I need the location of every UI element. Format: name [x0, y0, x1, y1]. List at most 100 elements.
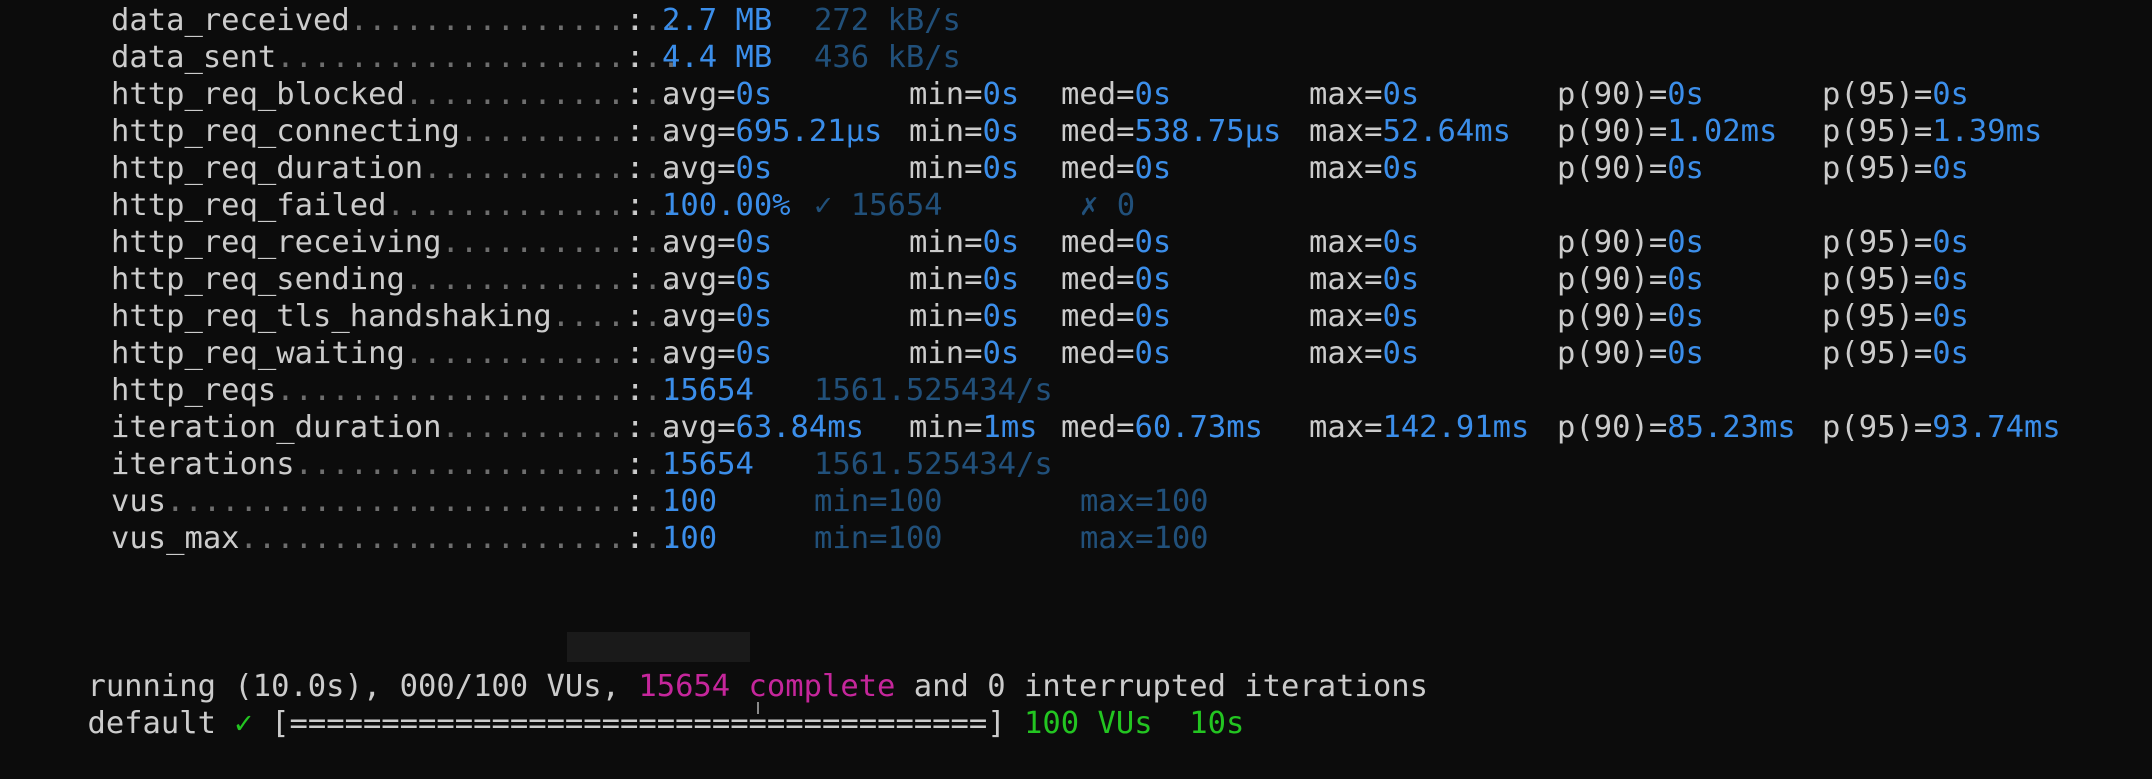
metric-value: p(90)=85.23ms [1557, 410, 1796, 445]
metric-value: med=538.75µs [1061, 114, 1282, 149]
metric-value: p(95)=0s [1822, 77, 1969, 112]
metric-value: p(90)=0s [1557, 225, 1704, 260]
metric-value: p(90)=1.02ms [1557, 114, 1778, 149]
metric-colon: : [626, 336, 645, 371]
metric-value: min=100 [814, 521, 943, 556]
metric-value: min=0s [909, 114, 1020, 149]
metric-value: avg=0s [662, 77, 773, 112]
metric-value: avg=0s [662, 336, 773, 371]
metric-value: med=0s [1061, 336, 1172, 371]
metric-value: min=1ms [909, 410, 1038, 445]
metric-value: min=100 [814, 484, 943, 519]
terminal-window[interactable]: data_received..................:2.7 MB 27… [0, 0, 2152, 741]
metric-name: vus_max........................ [111, 521, 681, 556]
metric-colon: : [626, 299, 645, 334]
metric-value: min=0s [909, 262, 1020, 297]
metric-name: iterations..................... [111, 447, 681, 482]
metric-name: http_req_tls_handshaking....... [111, 299, 681, 334]
metric-colon: : [626, 410, 645, 445]
progress-duration: 10s [1189, 706, 1245, 741]
metric-value: p(95)=93.74ms [1822, 410, 2061, 445]
metric-value: med=0s [1061, 77, 1172, 112]
metric-value: max=0s [1309, 336, 1420, 371]
metric-value: min=0s [909, 77, 1020, 112]
metric-value: 2.7 MB [662, 3, 773, 38]
metric-value: 100.00% [662, 188, 791, 223]
metric-value: max=142.91ms [1309, 410, 1530, 445]
metric-value: 1561.525434/s [814, 447, 1053, 482]
metric-value: min=0s [909, 225, 1020, 260]
metric-colon: : [626, 188, 645, 223]
progress-vus: 100 VUs [1024, 706, 1153, 741]
metric-value: min=0s [909, 336, 1020, 371]
metric-value: p(95)=0s [1822, 225, 1969, 260]
metric-value: avg=63.84ms [662, 410, 864, 445]
metric-colon: : [626, 262, 645, 297]
scenario-name: default [87, 706, 216, 741]
metric-value: max=0s [1309, 262, 1420, 297]
metric-colon: : [626, 484, 645, 519]
metric-value: p(95)=0s [1822, 299, 1969, 334]
scenario-progress-line: default ✓ [=============================… [14, 668, 1244, 741]
metric-value: avg=695.21µs [662, 114, 883, 149]
progress-bar: [======================================] [271, 706, 1006, 741]
metric-value: p(90)=0s [1557, 262, 1704, 297]
metric-colon: : [626, 114, 645, 149]
metric-name: http_req_sending............... [111, 262, 681, 297]
metric-value: 1561.525434/s [814, 373, 1053, 408]
metric-value: med=0s [1061, 299, 1172, 334]
metric-colon: : [626, 40, 645, 75]
metric-value: max=100 [1080, 521, 1209, 556]
metric-name: http_req_receiving............. [111, 225, 681, 260]
metric-value: max=100 [1080, 484, 1209, 519]
metric-value: med=0s [1061, 151, 1172, 186]
metric-value: max=0s [1309, 77, 1420, 112]
metric-value: p(95)=0s [1822, 151, 1969, 186]
metric-value: avg=0s [662, 225, 773, 260]
metric-value: max=0s [1309, 225, 1420, 260]
metric-colon: : [626, 151, 645, 186]
metric-colon: : [626, 77, 645, 112]
metric-name: http_req_blocked............... [111, 77, 681, 112]
metric-value: 4.4 MB [662, 40, 773, 75]
metric-value: max=52.64ms [1309, 114, 1511, 149]
check-icon: ✓ [234, 706, 253, 741]
metric-value: 436 kB/s [814, 40, 961, 75]
metric-value: med=0s [1061, 225, 1172, 260]
metric-value: ✗ 0 [1080, 188, 1136, 223]
metric-value: p(90)=0s [1557, 151, 1704, 186]
metric-name: http_req_waiting............... [111, 336, 681, 371]
running-status-line: running (10.0s), 000/100 VUs, 15654 comp… [14, 631, 1427, 704]
metric-value: avg=0s [662, 299, 773, 334]
metric-colon: : [626, 3, 645, 38]
metric-value: min=0s [909, 299, 1020, 334]
metric-value: p(95)=1.39ms [1822, 114, 2043, 149]
metric-value: p(95)=0s [1822, 262, 1969, 297]
metric-value: med=60.73ms [1061, 410, 1263, 445]
metric-value: min=0s [909, 151, 1020, 186]
metric-colon: : [626, 225, 645, 260]
metric-name: data_received.................. [111, 3, 681, 38]
metric-value: 100 [662, 521, 718, 556]
text-cursor [757, 702, 759, 714]
metric-name: data_sent...................... [111, 40, 681, 75]
metric-name: http_reqs...................... [111, 373, 681, 408]
metric-value: p(90)=0s [1557, 336, 1704, 371]
metric-value: 15654 [662, 373, 754, 408]
metric-value: 15654 [662, 447, 754, 482]
metric-value: p(95)=0s [1822, 336, 1969, 371]
metric-value: 272 kB/s [814, 3, 961, 38]
metric-name: http_req_duration.............. [111, 151, 681, 186]
metric-value: avg=0s [662, 262, 773, 297]
metric-value: max=0s [1309, 299, 1420, 334]
metric-name: vus............................ [111, 484, 681, 519]
metric-value: 100 [662, 484, 718, 519]
metric-value: max=0s [1309, 151, 1420, 186]
metric-name: iteration_duration............. [111, 410, 681, 445]
metric-colon: : [626, 447, 645, 482]
metric-colon: : [626, 521, 645, 556]
metric-value: p(90)=0s [1557, 77, 1704, 112]
metric-value: p(90)=0s [1557, 299, 1704, 334]
metric-name: http_req_failed................ [111, 188, 681, 223]
metric-value: med=0s [1061, 262, 1172, 297]
